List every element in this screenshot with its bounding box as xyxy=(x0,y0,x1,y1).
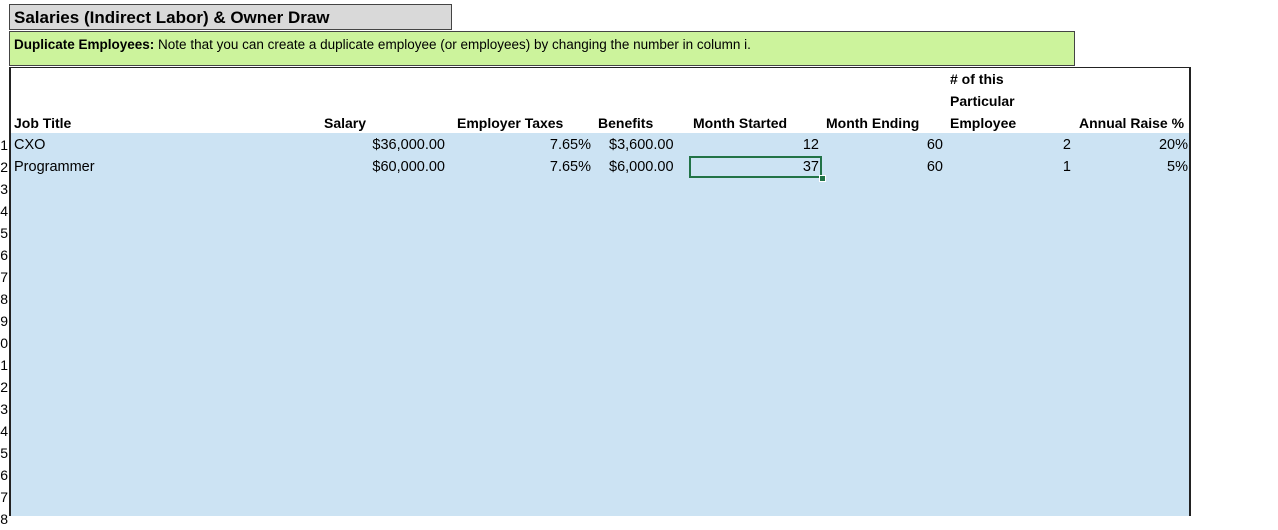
active-cell-selection[interactable] xyxy=(689,156,822,178)
cell-salary[interactable]: $36,000.00 xyxy=(300,134,445,156)
header-annual-raise[interactable]: Annual Raise % xyxy=(1079,112,1184,134)
cell-month-ending[interactable]: 60 xyxy=(823,156,943,178)
note-label: Duplicate Employees: xyxy=(14,37,155,52)
cell-benefits[interactable]: $3,600.00 xyxy=(609,134,674,156)
cell-job-title[interactable]: Programmer xyxy=(14,156,95,178)
row-number: 2 xyxy=(0,159,8,175)
fill-handle[interactable] xyxy=(819,175,826,182)
row-number: 3 xyxy=(0,401,8,417)
row-number: 0 xyxy=(0,335,8,351)
header-employer-taxes[interactable]: Employer Taxes xyxy=(457,112,563,134)
cell-month-ending[interactable]: 60 xyxy=(823,134,943,156)
row-number: 3 xyxy=(0,181,8,197)
row-number: 7 xyxy=(0,489,8,505)
sheet-title[interactable]: Salaries (Indirect Labor) & Owner Draw xyxy=(9,4,452,30)
header-benefits[interactable]: Benefits xyxy=(598,112,653,134)
row-number: 2 xyxy=(0,379,8,395)
row-number: 8 xyxy=(0,511,8,527)
row-number: 1 xyxy=(0,137,8,153)
header-month-ending[interactable]: Month Ending xyxy=(826,112,919,134)
header-salary[interactable]: Salary xyxy=(324,112,366,134)
cell-salary[interactable]: $60,000.00 xyxy=(300,156,445,178)
duplicate-employees-note[interactable]: Duplicate Employees: Note that you can c… xyxy=(9,31,1075,66)
cell-employer-taxes[interactable]: 7.65% xyxy=(500,156,591,178)
note-text: Note that you can create a duplicate emp… xyxy=(154,37,751,52)
cell-employer-taxes[interactable]: 7.65% xyxy=(500,134,591,156)
header-employee-count-line3[interactable]: Employee xyxy=(950,112,1016,134)
row-number: 4 xyxy=(0,203,8,219)
cell-month-started[interactable]: 12 xyxy=(690,134,819,156)
row-number: 4 xyxy=(0,423,8,439)
cell-annual-raise[interactable]: 20% xyxy=(1075,134,1188,156)
cell-employee-count[interactable]: 1 xyxy=(946,156,1071,178)
header-employee-count-line2[interactable]: Particular xyxy=(950,90,1015,112)
row-number: 8 xyxy=(0,291,8,307)
row-number: 7 xyxy=(0,269,8,285)
cell-employee-count[interactable]: 2 xyxy=(946,134,1071,156)
header-employee-count-line1[interactable]: # of this xyxy=(950,68,1004,90)
row-number: 1 xyxy=(0,357,8,373)
cell-job-title[interactable]: CXO xyxy=(14,134,45,156)
row-number: 6 xyxy=(0,247,8,263)
row-number: 5 xyxy=(0,225,8,241)
row-number: 5 xyxy=(0,445,8,461)
cell-benefits[interactable]: $6,000.00 xyxy=(609,156,674,178)
cell-annual-raise[interactable]: 5% xyxy=(1075,156,1188,178)
row-number: 6 xyxy=(0,467,8,483)
header-month-started[interactable]: Month Started xyxy=(693,112,787,134)
header-job-title[interactable]: Job Title xyxy=(14,112,71,134)
row-number: 9 xyxy=(0,313,8,329)
